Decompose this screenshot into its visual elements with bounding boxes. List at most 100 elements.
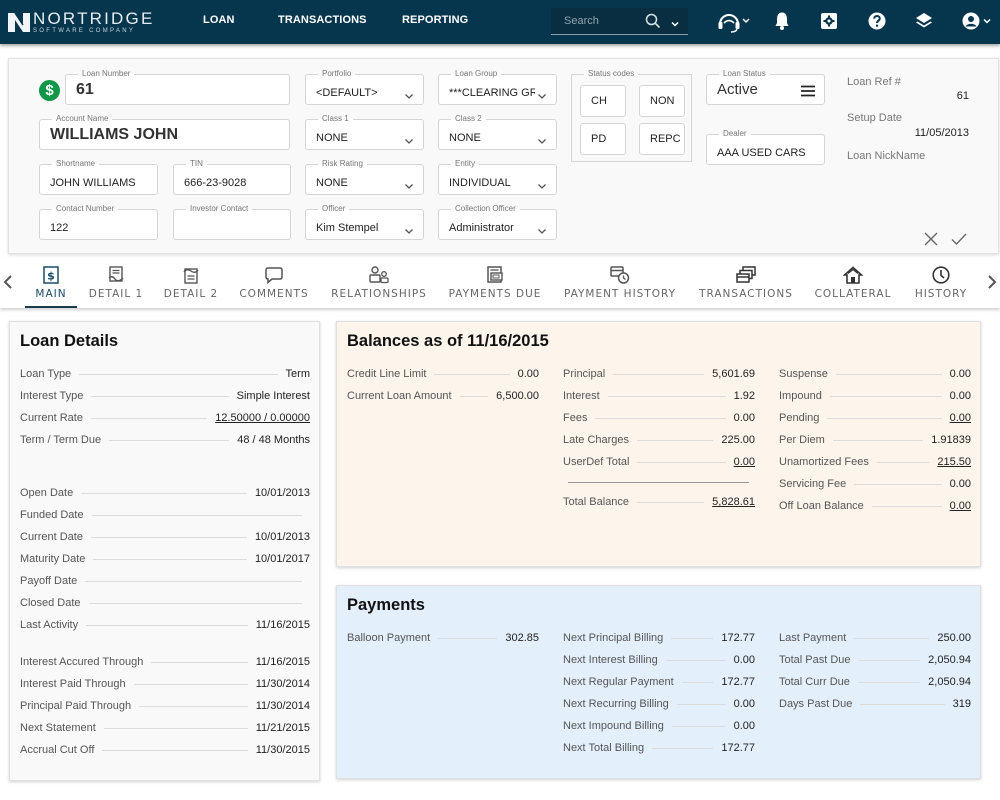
tab-payment-history[interactable]: PAYMENT HISTORY [561,258,679,308]
tin-field[interactable]: TIN 666-23-9028 [173,159,291,195]
officer-select[interactable]: Officer Kim Stempel [305,204,424,240]
row-value: 11/30/2015 [255,744,310,756]
collection-officer-select[interactable]: Collection Officer Administrator [438,204,557,240]
tabs-scroll-right-icon[interactable] [987,274,997,295]
row-label: Interest [563,390,600,402]
status-code-pd[interactable]: PD [580,123,626,155]
tab-payments-due[interactable]: PAYMENTS DUE [446,258,544,308]
leader-line [652,747,714,749]
info-row: Interest Accured Through 11/16/2015 [20,655,310,669]
tab-relationships[interactable]: RELATIONSHIPS [329,258,429,308]
info-row: Pending 0.00 [779,411,971,425]
row-value: 0.00 [733,698,755,710]
risk-rating-select[interactable]: Risk Rating NONE [305,159,424,195]
chevron-down-icon [404,177,414,195]
info-row: Late Charges 225.00 [563,433,755,447]
entity-value: INDIVIDUAL [449,177,511,189]
entity-select[interactable]: Entity INDIVIDUAL [438,159,557,195]
row-value[interactable]: 0.00 [950,500,971,512]
row-value: 0.00 [949,478,971,490]
row-label: Payoff Date [20,575,78,587]
row-value: 302.85 [505,632,539,644]
search-icon[interactable] [645,13,661,34]
nav-reporting[interactable]: REPORTING [402,14,468,26]
row-label: Maturity Date [20,553,86,565]
bell-icon[interactable] [774,11,790,36]
loan-details-card: Loan Details Loan Type Term Interest Type S… [9,321,320,781]
class1-select[interactable]: Class 1 NONE [305,114,424,150]
loan-nickname-label: Loan NickName [847,150,926,162]
investor-contact-field[interactable]: Investor Contact [173,204,291,240]
detail-doc2-icon [183,266,199,289]
loan-group-select[interactable]: Loan Group ***CLEARING GRO [438,69,557,105]
shortname-field[interactable]: Shortname JOHN WILLIAMS [39,159,158,195]
dealer-field[interactable]: Dealer AAA USED CARS [706,129,825,165]
row-label: Funded Date [20,509,84,521]
info-row: Next Total Billing 172.77 [563,741,755,755]
tab-main[interactable]: $ MAIN [25,258,77,308]
row-label: Next Recurring Billing [563,698,669,710]
svg-text:$: $ [47,270,55,283]
dollar-doc-icon: $ [43,266,59,289]
contact-number-field[interactable]: Contact Number 122 [39,204,158,240]
search-options-chevron-icon[interactable] [670,15,680,33]
loan-status-field[interactable]: Loan Status Active [706,69,825,105]
loan-status-value: Active [717,81,758,98]
search-input[interactable] [564,13,644,29]
help-icon[interactable] [868,11,886,36]
tab-detail-1[interactable]: DETAIL 1 [85,258,147,308]
row-value[interactable]: 215.50 [937,456,971,468]
tabs-scroll-left-icon[interactable] [3,274,13,295]
row-label: Total Curr Due [779,676,850,688]
total-balance-value[interactable]: 5,828.61 [712,496,755,508]
tab-comments[interactable]: COMMENTS [236,258,312,308]
row-label: Next Principal Billing [563,632,664,644]
tab-history[interactable]: HISTORY [910,258,972,308]
nortridge-logo[interactable]: NORTRIDGE SOFTWARE COMPANY [8,9,155,35]
info-row: Closed Date [20,596,310,610]
support-headset-icon[interactable] [717,11,751,38]
save-check-icon[interactable] [951,232,967,251]
status-code-non[interactable]: NON [639,85,685,117]
nav-transactions[interactable]: TRANSACTIONS [278,14,367,26]
info-row: Credit Line Limit 0.00 [347,367,539,381]
nav-loan[interactable]: LOAN [203,14,235,26]
tab-detail-2[interactable]: DETAIL 2 [160,258,222,308]
info-row: Current Loan Amount 6,500.00 [347,389,539,403]
leader-line [607,395,726,397]
row-label: Off Loan Balance [779,500,864,512]
user-account-icon[interactable] [962,11,994,36]
leader-line [665,659,726,661]
portfolio-select[interactable]: Portfolio <DEFAULT> [305,69,424,105]
row-label: Servicing Fee [779,478,847,490]
menu-icon[interactable] [801,84,815,102]
settings-icon[interactable] [820,11,838,36]
loan-ref-value: 61 [956,90,969,102]
leader-line [637,439,714,441]
loan-details-title: Loan Details [20,332,119,350]
loan-header-panel: $ Loan Number 61 Account Name WILLIAMS J… [8,58,999,254]
leader-line [876,461,930,463]
tab-collateral[interactable]: COLLATERAL [812,258,894,308]
row-label: UserDef Total [563,456,630,468]
row-value: 11/30/2014 [255,700,310,712]
cancel-close-icon[interactable] [924,232,938,251]
portfolio-value: <DEFAULT> [316,87,378,99]
class2-select[interactable]: Class 2 NONE [438,114,557,150]
row-label: Suspense [779,368,828,380]
row-value[interactable]: 0.00 [734,456,755,468]
row-value: 172.77 [721,632,755,644]
leader-line [88,602,302,604]
loan-ref-label: Loan Ref # [847,76,901,88]
row-value: 0.00 [949,390,971,402]
row-value[interactable]: 12.50000 / 0.00000 [215,412,310,424]
status-code-repc[interactable]: REPC [639,123,685,155]
loan-number-field[interactable]: Loan Number 61 [65,69,290,105]
status-code-ch[interactable]: CH [580,85,626,117]
row-value[interactable]: 0.00 [950,412,971,424]
people-icon [369,266,389,289]
tab-transactions[interactable]: TRANSACTIONS [696,258,796,308]
layers-icon[interactable] [915,11,933,36]
row-label: Principal Paid Through [20,700,132,712]
account-name-field[interactable]: Account Name WILLIAMS JOHN [39,114,290,150]
